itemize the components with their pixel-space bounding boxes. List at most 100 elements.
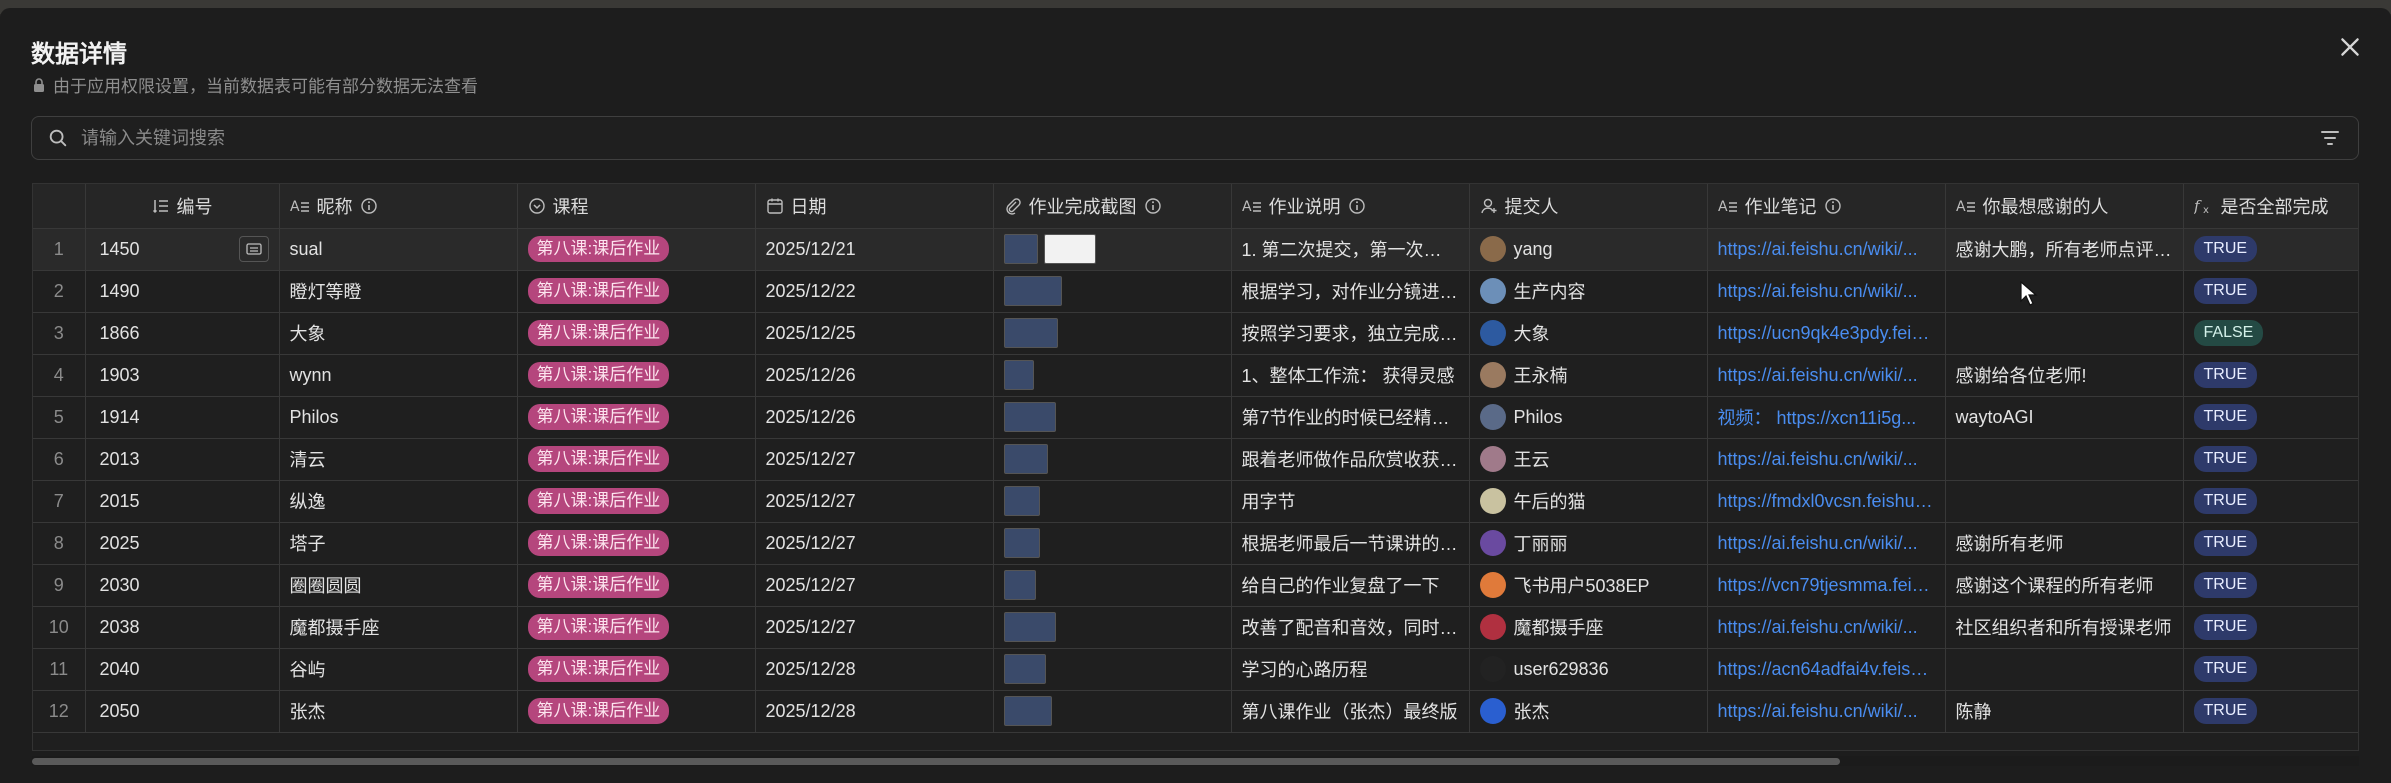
search-input[interactable]: [79, 126, 2318, 150]
description-cell[interactable]: 第7节作业的时候已经精修过: [1231, 396, 1470, 439]
number-cell[interactable]: 1490: [85, 270, 280, 313]
course-cell[interactable]: 第八课:课后作业: [517, 648, 756, 691]
table-row[interactable]: 12 2050 张杰 第八课:课后作业 2025/12/28 第八课作业（张杰）…: [33, 690, 2358, 733]
course-cell[interactable]: 第八课:课后作业: [517, 564, 756, 607]
course-cell[interactable]: 第八课:课后作业: [517, 354, 756, 397]
screenshot-thumbnail[interactable]: [1003, 360, 1034, 390]
notes-link-cell[interactable]: https://acn64adfai4v.feishu.cn: [1707, 648, 1946, 691]
completed-cell[interactable]: TRUE: [2183, 396, 2358, 439]
completed-cell[interactable]: TRUE: [2183, 606, 2358, 649]
number-cell[interactable]: 2050: [85, 690, 280, 733]
date-cell[interactable]: 2025/12/27: [755, 480, 994, 523]
thanks-cell[interactable]: [1945, 312, 2184, 355]
number-cell[interactable]: 2040: [85, 648, 280, 691]
notes-link-cell[interactable]: https://vcn79tjesmma.feishu.cn: [1707, 564, 1946, 607]
column-header-nickname[interactable]: A 昵称: [279, 184, 518, 229]
table-row[interactable]: 3 1866 大象 第八课:课后作业 2025/12/25 按照学习要求，独立完…: [33, 312, 2358, 355]
submitter-cell[interactable]: yang: [1469, 228, 1708, 271]
screenshot-cell[interactable]: [993, 312, 1232, 355]
number-cell[interactable]: 2038: [85, 606, 280, 649]
nickname-cell[interactable]: wynn: [279, 354, 518, 397]
description-cell[interactable]: 给自己的作业复盘了一下: [1231, 564, 1470, 607]
description-cell[interactable]: 学习的心路历程: [1231, 648, 1470, 691]
nickname-cell[interactable]: Philos: [279, 396, 518, 439]
notes-link-cell[interactable]: https://ai.feishu.cn/wiki/...: [1707, 690, 1946, 733]
table-row[interactable]: 10 2038 魔都摄手座 第八课:课后作业 2025/12/27 改善了配音和…: [33, 606, 2358, 649]
thanks-cell[interactable]: waytoAGI: [1945, 396, 2184, 439]
notes-link-cell[interactable]: 视频： https://xcn11i5g...: [1707, 396, 1946, 439]
course-cell[interactable]: 第八课:课后作业: [517, 480, 756, 523]
column-header-completed[interactable]: fx 是否全部完成: [2183, 184, 2358, 229]
number-cell[interactable]: 1903: [85, 354, 280, 397]
info-icon[interactable]: [1144, 197, 1162, 215]
submitter-cell[interactable]: 飞书用户5038EP: [1469, 564, 1708, 607]
thanks-cell[interactable]: 感谢大鹏，所有老师点评很到位: [1945, 228, 2184, 271]
completed-cell[interactable]: TRUE: [2183, 648, 2358, 691]
screenshot-cell[interactable]: [993, 438, 1232, 481]
submitter-cell[interactable]: 张杰: [1469, 690, 1708, 733]
screenshot-thumbnail[interactable]: [1003, 654, 1046, 684]
description-cell[interactable]: 用字节: [1231, 480, 1470, 523]
info-icon[interactable]: [360, 197, 378, 215]
notes-link-cell[interactable]: https://ai.feishu.cn/wiki/...: [1707, 606, 1946, 649]
notes-link-cell[interactable]: https://ai.feishu.cn/wiki/...: [1707, 354, 1946, 397]
screenshot-thumbnail[interactable]: [1003, 444, 1048, 474]
thanks-cell[interactable]: [1945, 438, 2184, 481]
nickname-cell[interactable]: 大象: [279, 312, 518, 355]
column-header-description[interactable]: A 作业说明: [1231, 184, 1470, 229]
table-row[interactable]: 8 2025 塔子 第八课:课后作业 2025/12/27 根据老师最后一节课讲…: [33, 522, 2358, 565]
nickname-cell[interactable]: 张杰: [279, 690, 518, 733]
thanks-cell[interactable]: 感谢所有老师: [1945, 522, 2184, 565]
column-header-submitter[interactable]: 提交人: [1469, 184, 1708, 229]
date-cell[interactable]: 2025/12/28: [755, 690, 994, 733]
thanks-cell[interactable]: [1945, 270, 2184, 313]
notes-link-cell[interactable]: https://ai.feishu.cn/wiki/...: [1707, 522, 1946, 565]
table-row[interactable]: 9 2030 圈圈圆圆 第八课:课后作业 2025/12/27 给自己的作业复盘…: [33, 564, 2358, 607]
table-row[interactable]: 11 2040 谷屿 第八课:课后作业 2025/12/28 学习的心路历程 u…: [33, 648, 2358, 691]
date-cell[interactable]: 2025/12/27: [755, 522, 994, 565]
nickname-cell[interactable]: 纵逸: [279, 480, 518, 523]
screenshot-cell[interactable]: [993, 228, 1232, 271]
screenshot-cell[interactable]: [993, 354, 1232, 397]
nickname-cell[interactable]: sual: [279, 228, 518, 271]
screenshot-cell[interactable]: [993, 480, 1232, 523]
screenshot-thumbnail[interactable]: [1003, 234, 1038, 264]
nickname-cell[interactable]: 谷屿: [279, 648, 518, 691]
completed-cell[interactable]: TRUE: [2183, 354, 2358, 397]
screenshot-cell[interactable]: [993, 690, 1232, 733]
column-header-number[interactable]: 编号: [85, 184, 280, 229]
table-row[interactable]: 2 1490 瞪灯等瞪 第八课:课后作业 2025/12/22 根据学习，对作业…: [33, 270, 2358, 313]
info-icon[interactable]: [1824, 197, 1842, 215]
table-row[interactable]: 4 1903 wynn 第八课:课后作业 2025/12/26 1、整体工作流：…: [33, 354, 2358, 397]
screenshot-thumbnail[interactable]: [1043, 234, 1096, 264]
table-row[interactable]: 5 1914 Philos 第八课:课后作业 2025/12/26 第7节作业的…: [33, 396, 2358, 439]
notes-link-cell[interactable]: https://ai.feishu.cn/wiki/...: [1707, 438, 1946, 481]
number-cell[interactable]: 1866: [85, 312, 280, 355]
filter-icon[interactable]: [2318, 126, 2342, 150]
notes-link-cell[interactable]: https://fmdxl0vcsn.feishu.cn: [1707, 480, 1946, 523]
thanks-cell[interactable]: 感谢给各位老师!: [1945, 354, 2184, 397]
screenshot-thumbnail[interactable]: [1003, 528, 1040, 558]
column-header-notes[interactable]: A 作业笔记: [1707, 184, 1946, 229]
submitter-cell[interactable]: 丁丽丽: [1469, 522, 1708, 565]
horizontal-scrollbar[interactable]: [32, 756, 2359, 766]
submitter-cell[interactable]: 大象: [1469, 312, 1708, 355]
course-cell[interactable]: 第八课:课后作业: [517, 438, 756, 481]
expand-record-icon[interactable]: [238, 236, 269, 262]
thanks-cell[interactable]: [1945, 648, 2184, 691]
table-row[interactable]: 1 1450 sual 第八课:课后作业 2025/12/21 1. 第二次提交…: [33, 228, 2358, 271]
completed-cell[interactable]: TRUE: [2183, 564, 2358, 607]
nickname-cell[interactable]: 瞪灯等瞪: [279, 270, 518, 313]
table-row[interactable]: 6 2013 清云 第八课:课后作业 2025/12/27 跟着老师做作品欣赏收…: [33, 438, 2358, 481]
completed-cell[interactable]: TRUE: [2183, 438, 2358, 481]
screenshot-thumbnail[interactable]: [1003, 486, 1040, 516]
nickname-cell[interactable]: 清云: [279, 438, 518, 481]
notes-link-cell[interactable]: https://ai.feishu.cn/wiki/...: [1707, 270, 1946, 313]
course-cell[interactable]: 第八课:课后作业: [517, 228, 756, 271]
screenshot-thumbnail[interactable]: [1003, 402, 1056, 432]
nickname-cell[interactable]: 塔子: [279, 522, 518, 565]
course-cell[interactable]: 第八课:课后作业: [517, 690, 756, 733]
date-cell[interactable]: 2025/12/27: [755, 564, 994, 607]
screenshot-thumbnail[interactable]: [1003, 612, 1056, 642]
number-cell[interactable]: 1914: [85, 396, 280, 439]
